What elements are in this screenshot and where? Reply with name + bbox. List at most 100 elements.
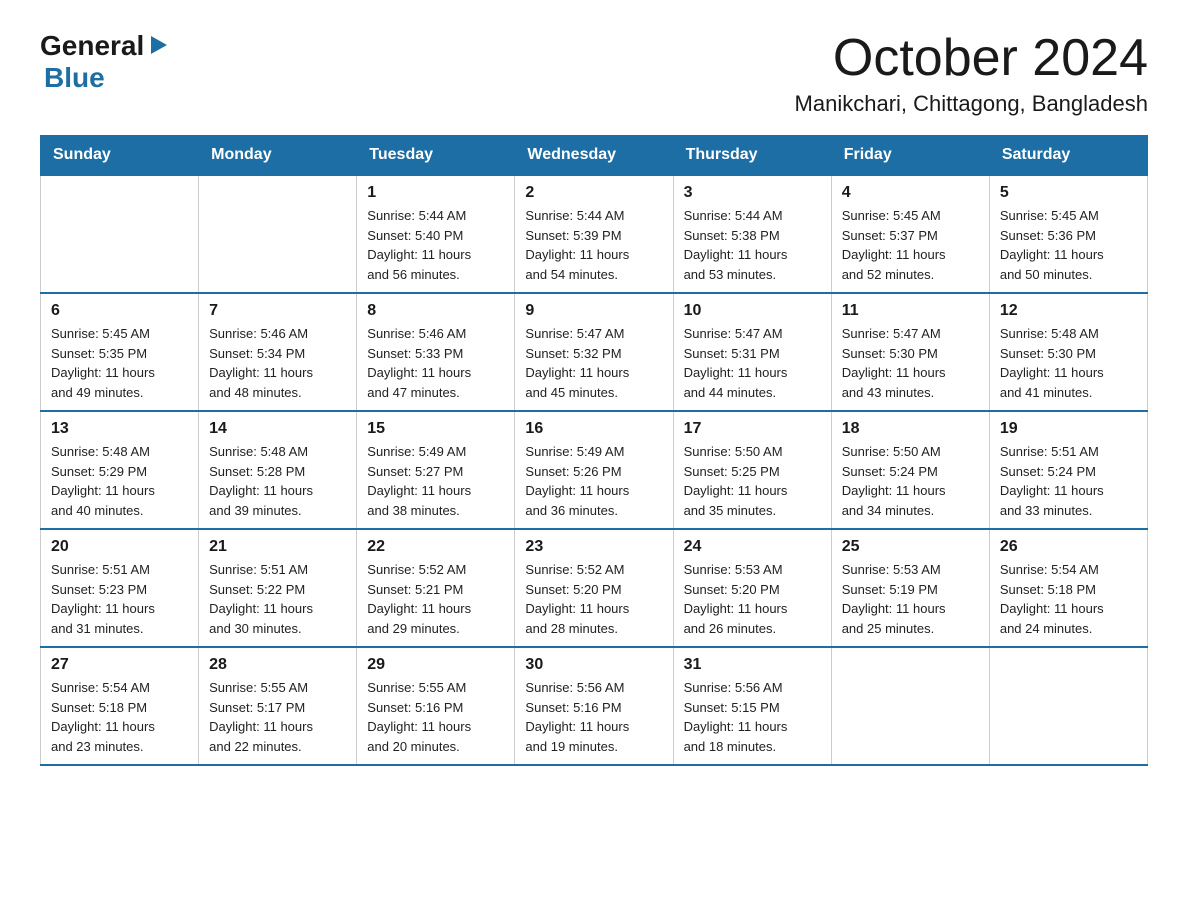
day-info: Sunrise: 5:44 AMSunset: 5:38 PMDaylight:… — [684, 206, 821, 284]
day-info: Sunrise: 5:45 AMSunset: 5:35 PMDaylight:… — [51, 324, 188, 402]
day-number: 20 — [51, 538, 188, 556]
day-number: 12 — [1000, 302, 1137, 320]
day-number: 16 — [525, 420, 662, 438]
day-number: 4 — [842, 184, 979, 202]
day-info: Sunrise: 5:44 AMSunset: 5:40 PMDaylight:… — [367, 206, 504, 284]
calendar-cell — [831, 647, 989, 765]
calendar-cell: 5Sunrise: 5:45 AMSunset: 5:36 PMDaylight… — [989, 175, 1147, 293]
calendar-header-wednesday: Wednesday — [515, 136, 673, 176]
day-info: Sunrise: 5:47 AMSunset: 5:30 PMDaylight:… — [842, 324, 979, 402]
day-info: Sunrise: 5:47 AMSunset: 5:32 PMDaylight:… — [525, 324, 662, 402]
calendar-cell: 8 Sunrise: 5:46 AMSunset: 5:33 PMDaylight… — [357, 293, 515, 411]
day-number: 5 — [1000, 184, 1137, 202]
day-number: 14 — [209, 420, 346, 438]
day-info: Sunrise: 5:47 AMSunset: 5:31 PMDaylight:… — [684, 324, 821, 402]
calendar-cell: 2 Sunrise: 5:44 AMSunset: 5:39 PMDaylight… — [515, 175, 673, 293]
calendar-header-monday: Monday — [199, 136, 357, 176]
page-header: General Blue October 2024 Manikchari, Ch… — [40, 30, 1148, 117]
calendar-cell: 31Sunrise: 5:56 AMSunset: 5:15 PMDayligh… — [673, 647, 831, 765]
day-info: Sunrise: 5:55 AMSunset: 5:16 PMDaylight:… — [367, 678, 504, 756]
calendar-cell: 13 Sunrise: 5:48 AMSunset: 5:29 PMDayligh… — [41, 411, 199, 529]
day-number: 24 — [684, 538, 821, 556]
calendar-cell: 11 Sunrise: 5:47 AMSunset: 5:30 PMDayligh… — [831, 293, 989, 411]
calendar-week-4: 20 Sunrise: 5:51 AMSunset: 5:23 PMDayligh… — [41, 529, 1148, 647]
logo-blue-text: Blue — [44, 62, 105, 93]
calendar-cell: 19 Sunrise: 5:51 AMSunset: 5:24 PMDayligh… — [989, 411, 1147, 529]
calendar-cell: 28 Sunrise: 5:55 AMSunset: 5:17 PMDayligh… — [199, 647, 357, 765]
calendar-cell: 29 Sunrise: 5:55 AMSunset: 5:16 PMDayligh… — [357, 647, 515, 765]
day-number: 28 — [209, 656, 346, 674]
calendar-cell: 10Sunrise: 5:47 AMSunset: 5:31 PMDayligh… — [673, 293, 831, 411]
calendar-week-1: 1Sunrise: 5:44 AMSunset: 5:40 PMDaylight… — [41, 175, 1148, 293]
calendar-cell: 16 Sunrise: 5:49 AMSunset: 5:26 PMDayligh… — [515, 411, 673, 529]
calendar-header-saturday: Saturday — [989, 136, 1147, 176]
calendar-week-2: 6 Sunrise: 5:45 AMSunset: 5:35 PMDaylight… — [41, 293, 1148, 411]
day-number: 27 — [51, 656, 188, 674]
calendar-cell: 7Sunrise: 5:46 AMSunset: 5:34 PMDaylight… — [199, 293, 357, 411]
logo-general-text: General — [40, 30, 144, 62]
day-info: Sunrise: 5:53 AMSunset: 5:19 PMDaylight:… — [842, 560, 979, 638]
calendar-cell — [199, 175, 357, 293]
title-area: October 2024 Manikchari, Chittagong, Ban… — [795, 30, 1148, 117]
calendar-cell — [989, 647, 1147, 765]
day-info: Sunrise: 5:51 AMSunset: 5:23 PMDaylight:… — [51, 560, 188, 638]
calendar-cell: 12Sunrise: 5:48 AMSunset: 5:30 PMDayligh… — [989, 293, 1147, 411]
day-info: Sunrise: 5:44 AMSunset: 5:39 PMDaylight:… — [525, 206, 662, 284]
day-number: 29 — [367, 656, 504, 674]
calendar-header-friday: Friday — [831, 136, 989, 176]
day-number: 23 — [525, 538, 662, 556]
calendar-cell: 18Sunrise: 5:50 AMSunset: 5:24 PMDayligh… — [831, 411, 989, 529]
calendar-cell: 27 Sunrise: 5:54 AMSunset: 5:18 PMDayligh… — [41, 647, 199, 765]
calendar-cell: 23 Sunrise: 5:52 AMSunset: 5:20 PMDayligh… — [515, 529, 673, 647]
day-info: Sunrise: 5:52 AMSunset: 5:20 PMDaylight:… — [525, 560, 662, 638]
page-subtitle: Manikchari, Chittagong, Bangladesh — [795, 91, 1148, 117]
day-number: 31 — [684, 656, 821, 674]
day-number: 25 — [842, 538, 979, 556]
calendar-header-tuesday: Tuesday — [357, 136, 515, 176]
day-number: 9 — [525, 302, 662, 320]
day-info: Sunrise: 5:50 AMSunset: 5:24 PMDaylight:… — [842, 442, 979, 520]
calendar-cell: 22Sunrise: 5:52 AMSunset: 5:21 PMDayligh… — [357, 529, 515, 647]
day-info: Sunrise: 5:54 AMSunset: 5:18 PMDaylight:… — [1000, 560, 1137, 638]
calendar-cell: 15 Sunrise: 5:49 AMSunset: 5:27 PMDayligh… — [357, 411, 515, 529]
day-number: 30 — [525, 656, 662, 674]
calendar-cell: 17 Sunrise: 5:50 AMSunset: 5:25 PMDayligh… — [673, 411, 831, 529]
day-number: 15 — [367, 420, 504, 438]
day-info: Sunrise: 5:46 AMSunset: 5:33 PMDaylight:… — [367, 324, 504, 402]
day-number: 11 — [842, 302, 979, 320]
day-number: 7 — [209, 302, 346, 320]
calendar-cell: 21 Sunrise: 5:51 AMSunset: 5:22 PMDayligh… — [199, 529, 357, 647]
day-info: Sunrise: 5:51 AMSunset: 5:22 PMDaylight:… — [209, 560, 346, 638]
calendar-cell: 25 Sunrise: 5:53 AMSunset: 5:19 PMDayligh… — [831, 529, 989, 647]
day-info: Sunrise: 5:54 AMSunset: 5:18 PMDaylight:… — [51, 678, 188, 756]
day-info: Sunrise: 5:51 AMSunset: 5:24 PMDaylight:… — [1000, 442, 1137, 520]
calendar-week-5: 27 Sunrise: 5:54 AMSunset: 5:18 PMDayligh… — [41, 647, 1148, 765]
day-info: Sunrise: 5:53 AMSunset: 5:20 PMDaylight:… — [684, 560, 821, 638]
day-info: Sunrise: 5:48 AMSunset: 5:29 PMDaylight:… — [51, 442, 188, 520]
calendar-header-thursday: Thursday — [673, 136, 831, 176]
day-number: 6 — [51, 302, 188, 320]
calendar-cell — [41, 175, 199, 293]
day-number: 19 — [1000, 420, 1137, 438]
calendar-cell: 9 Sunrise: 5:47 AMSunset: 5:32 PMDaylight… — [515, 293, 673, 411]
day-number: 17 — [684, 420, 821, 438]
day-number: 2 — [525, 184, 662, 202]
calendar-cell: 30 Sunrise: 5:56 AMSunset: 5:16 PMDayligh… — [515, 647, 673, 765]
day-info: Sunrise: 5:49 AMSunset: 5:26 PMDaylight:… — [525, 442, 662, 520]
day-number: 3 — [684, 184, 821, 202]
calendar-cell: 3 Sunrise: 5:44 AMSunset: 5:38 PMDaylight… — [673, 175, 831, 293]
calendar-cell: 1Sunrise: 5:44 AMSunset: 5:40 PMDaylight… — [357, 175, 515, 293]
day-info: Sunrise: 5:55 AMSunset: 5:17 PMDaylight:… — [209, 678, 346, 756]
page-title: October 2024 — [795, 30, 1148, 87]
day-info: Sunrise: 5:56 AMSunset: 5:16 PMDaylight:… — [525, 678, 662, 756]
day-number: 21 — [209, 538, 346, 556]
day-info: Sunrise: 5:50 AMSunset: 5:25 PMDaylight:… — [684, 442, 821, 520]
day-number: 13 — [51, 420, 188, 438]
calendar-cell: 20 Sunrise: 5:51 AMSunset: 5:23 PMDayligh… — [41, 529, 199, 647]
calendar-week-3: 13 Sunrise: 5:48 AMSunset: 5:29 PMDayligh… — [41, 411, 1148, 529]
day-info: Sunrise: 5:49 AMSunset: 5:27 PMDaylight:… — [367, 442, 504, 520]
calendar-cell: 14Sunrise: 5:48 AMSunset: 5:28 PMDayligh… — [199, 411, 357, 529]
day-number: 8 — [367, 302, 504, 320]
logo: General Blue — [40, 30, 169, 94]
day-info: Sunrise: 5:45 AMSunset: 5:37 PMDaylight:… — [842, 206, 979, 284]
